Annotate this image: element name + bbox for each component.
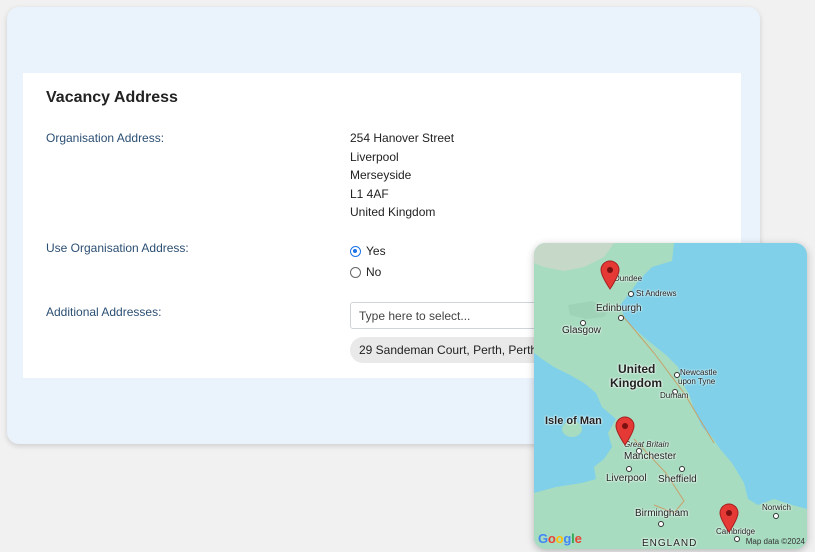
map-attribution[interactable]: Map data ©2024	[746, 537, 805, 546]
radio-yes-label[interactable]: Yes	[366, 244, 386, 258]
map-label-united: United	[618, 362, 656, 376]
map-city-dot	[734, 536, 740, 542]
map-city-dot	[626, 466, 632, 472]
additional-addresses-label: Additional Addresses:	[46, 305, 162, 319]
map-label-birmingham: Birmingham	[635, 508, 689, 519]
map-label-upon-tyne: upon Tyne	[678, 377, 716, 386]
map-label-norwich: Norwich	[762, 503, 791, 512]
map-pin-icon[interactable]	[719, 503, 739, 533]
map-city-dot	[628, 291, 634, 297]
section-title: Vacancy Address	[46, 89, 178, 106]
organisation-address-value: 254 Hanover Street Liverpool Merseyside …	[350, 129, 454, 222]
address-line: 254 Hanover Street	[350, 131, 455, 145]
map-label-sheffield: Sheffield	[658, 474, 697, 485]
map-label-england: ENGLAND	[642, 538, 698, 549]
map-label-kingdom: Kingdom	[610, 376, 662, 390]
radio-no-label[interactable]: No	[366, 265, 381, 279]
use-organisation-address-label: Use Organisation Address:	[46, 241, 189, 255]
map-label-edinburgh: Edinburgh	[596, 303, 642, 314]
map-label-isle-of-man: Isle of Man	[545, 415, 602, 427]
map-label-liverpool: Liverpool	[606, 473, 647, 484]
map-label-newcastle: Newcastle	[680, 368, 717, 377]
organisation-address-label: Organisation Address:	[46, 131, 165, 145]
radio-no-control[interactable]	[350, 266, 361, 278]
map-city-dot	[773, 513, 779, 519]
map-label-st-andrews: St Andrews	[636, 289, 677, 298]
google-logo[interactable]: Google	[538, 531, 582, 546]
map-city-dot	[658, 521, 664, 527]
map-pin-icon[interactable]	[615, 416, 635, 446]
additional-addresses-input[interactable]: Type here to select...	[350, 302, 550, 329]
map-city-dot	[618, 315, 624, 321]
address-line: Merseyside	[350, 168, 412, 182]
radio-yes-control[interactable]	[350, 245, 361, 257]
address-line: United Kingdom	[350, 205, 436, 219]
map-label-manchester: Manchester	[624, 451, 677, 462]
address-line: L1 4AF	[350, 186, 389, 201]
address-line: Liverpool	[350, 149, 399, 164]
selected-address-chip[interactable]: 29 Sandeman Court, Perth, Perth	[350, 337, 550, 363]
map-widget[interactable]: Dundee St Andrews Edinburgh Glasgow Unit…	[534, 243, 807, 549]
radio-no[interactable]: No	[350, 265, 381, 279]
map-label-durham: Durham	[660, 391, 689, 400]
map-label-glasgow: Glasgow	[562, 325, 601, 336]
radio-yes[interactable]: Yes	[350, 244, 386, 258]
map-pin-icon[interactable]	[600, 260, 620, 290]
map-city-dot	[679, 466, 685, 472]
